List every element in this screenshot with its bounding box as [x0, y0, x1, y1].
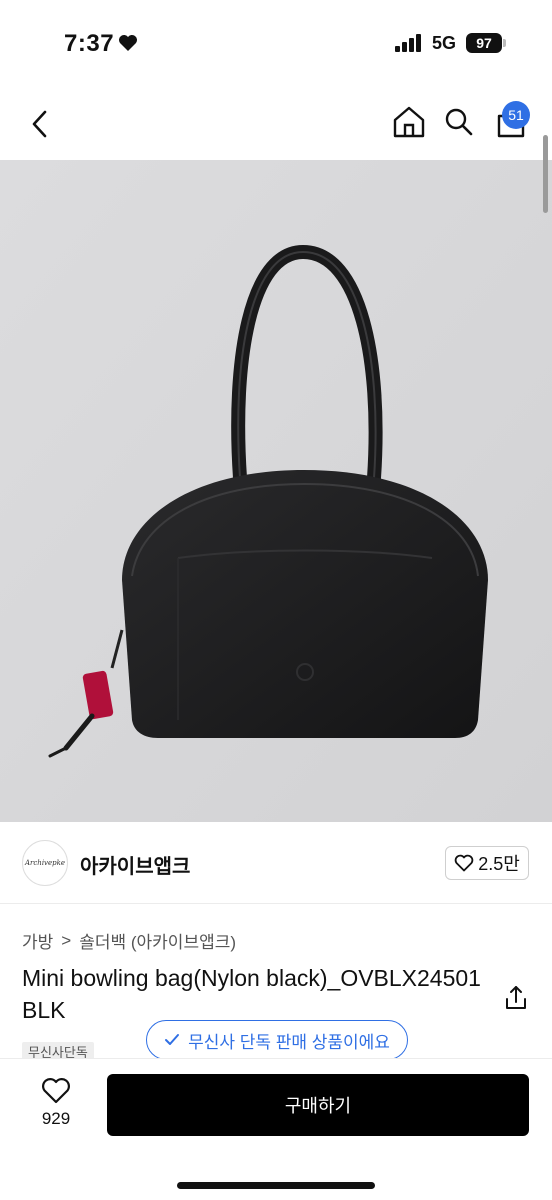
check-icon — [165, 1034, 180, 1045]
cart-count-badge: 51 — [502, 101, 530, 129]
status-time: 7:37 — [64, 30, 115, 57]
heart-outline-icon — [42, 1078, 70, 1104]
share-button[interactable] — [502, 984, 530, 1012]
search-icon — [445, 108, 473, 136]
heart-outline-icon — [454, 854, 474, 872]
brand-like-button[interactable]: 2.5만 — [445, 846, 529, 880]
brand-like-count: 2.5만 — [478, 854, 520, 874]
heart-status-icon — [119, 35, 137, 51]
brand-row: Archivepke 아카이브앱크 2.5만 — [0, 822, 552, 904]
product-image-carousel[interactable]: 1 / 4 — [0, 160, 552, 822]
signal-icon — [395, 34, 421, 52]
breadcrumb: 가방 > 숄더백 (아카이브앱크) — [22, 928, 236, 953]
battery-icon: 97 — [466, 33, 502, 53]
back-button[interactable] — [22, 104, 58, 144]
like-count: 929 — [41, 1109, 71, 1128]
search-button[interactable] — [440, 102, 478, 142]
buy-button-label: 구매하기 — [284, 1096, 352, 1116]
like-button[interactable]: 929 — [30, 1077, 82, 1143]
home-button[interactable] — [390, 102, 428, 142]
breadcrumb-separator: > — [61, 930, 72, 950]
nav-bar — [0, 88, 552, 160]
share-icon — [506, 986, 526, 1009]
exclusive-notice-toast: 무신사 단독 판매 상품이에요 — [146, 1020, 408, 1060]
breadcrumb-category[interactable]: 가방 — [22, 928, 53, 953]
home-indicator — [177, 1182, 375, 1189]
bottom-action-bar: 929 구매하기 — [0, 1058, 552, 1200]
home-icon — [393, 106, 425, 138]
brand-logo[interactable]: Archivepke — [22, 840, 68, 886]
brand-name-link[interactable]: 아카이브앱크 — [80, 850, 190, 879]
buy-button[interactable]: 구매하기 — [107, 1074, 529, 1136]
brand-logo-text: Archivepke — [24, 859, 66, 867]
breadcrumb-subcategory[interactable]: 숄더백 (아카이브앱크) — [79, 928, 236, 953]
chevron-left-icon — [32, 110, 47, 138]
scrollbar[interactable] — [543, 135, 548, 213]
product-photo — [0, 160, 552, 822]
network-type: 5G — [432, 33, 457, 53]
product-title: Mini bowling bag(Nylon black)_OVBLX24501… — [22, 965, 481, 1023]
battery-tip — [503, 39, 506, 47]
status-bar: 7:37 5G 97 — [0, 0, 552, 88]
exclusive-notice-text: 무신사 단독 판매 상품이에요 — [188, 1032, 390, 1052]
